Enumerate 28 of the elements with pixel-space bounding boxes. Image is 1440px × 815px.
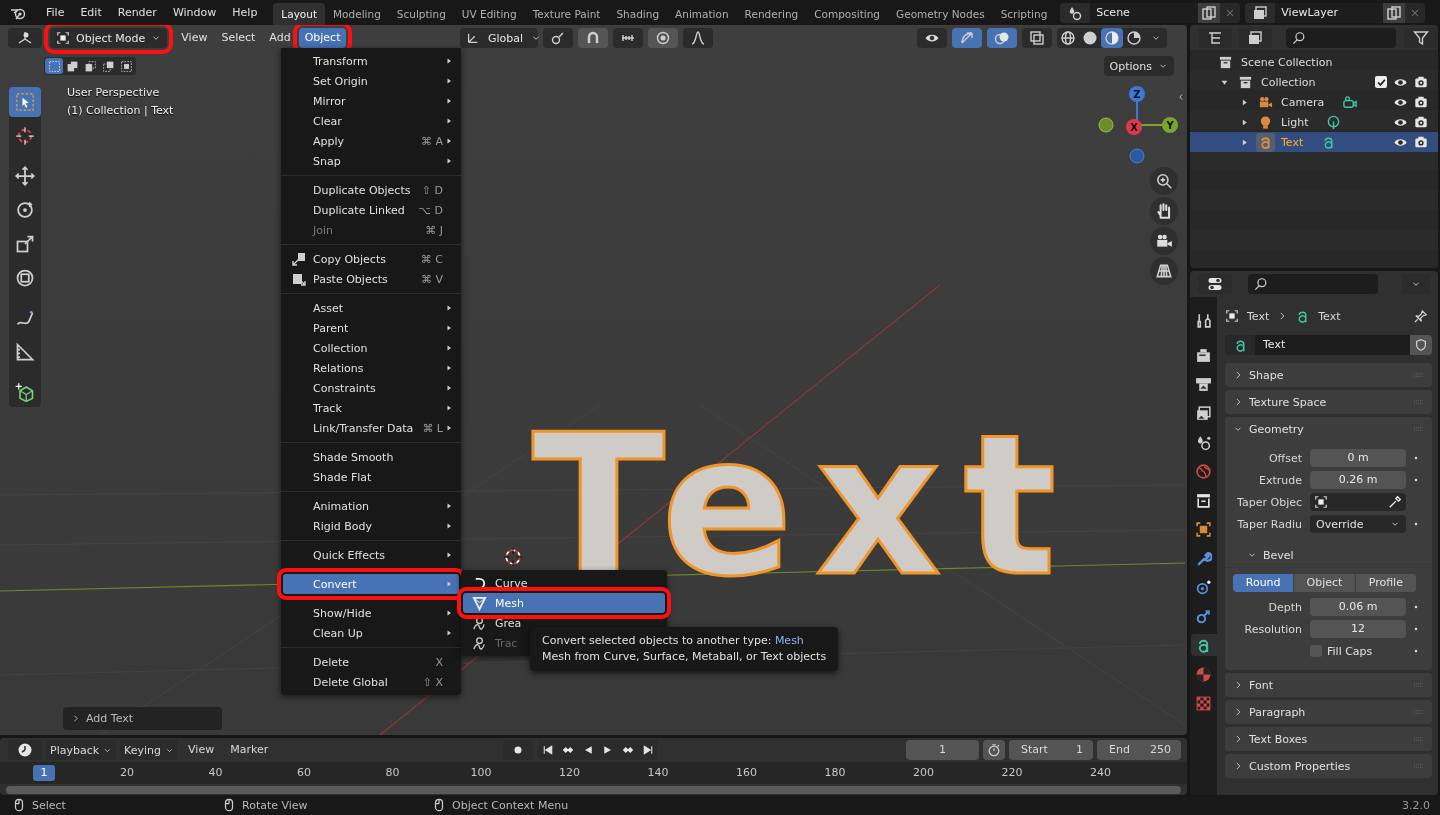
frame-number: 180: [824, 766, 846, 779]
frame-number: 200: [913, 766, 934, 779]
frame-number: 80: [385, 766, 400, 779]
field-label: Taper Radiu: [1236, 517, 1303, 531]
frame-number: 240: [1090, 766, 1111, 779]
viewport-info-text: (1) Collection | Text: [67, 103, 174, 118]
frame-number: 220: [1001, 766, 1023, 779]
frame-number: 20: [120, 766, 134, 779]
viewport-info-text: User Perspective: [67, 85, 161, 100]
breadcrumb-item: Text: [1247, 309, 1270, 323]
frame-number: 120: [559, 766, 580, 779]
status-hint: Select: [32, 798, 66, 812]
field-label: Depth: [1267, 600, 1303, 614]
frame-number: 140: [647, 766, 669, 779]
breadcrumb-item: Text: [1318, 309, 1341, 323]
status-hint: Object Context Menu: [452, 798, 569, 812]
version-label: 3.2.0: [1402, 798, 1430, 812]
tooltip-text: Convert selected objects to another type: Mesh: [542, 633, 805, 649]
field-label: Offset: [1267, 451, 1303, 465]
frame-number: 40: [208, 766, 223, 779]
tooltip-description: Mesh from Curve, Surface, Metaball, or Text objects: [542, 649, 827, 665]
frame-number: 160: [736, 766, 757, 779]
frame-number: 100: [470, 766, 492, 779]
field-label: Extrude: [1257, 473, 1303, 487]
field-label: Resolution: [1243, 622, 1303, 636]
status-hint: Rotate View: [242, 798, 308, 812]
field-label: Taper Objec: [1236, 495, 1303, 509]
frame-number: 60: [297, 766, 311, 779]
